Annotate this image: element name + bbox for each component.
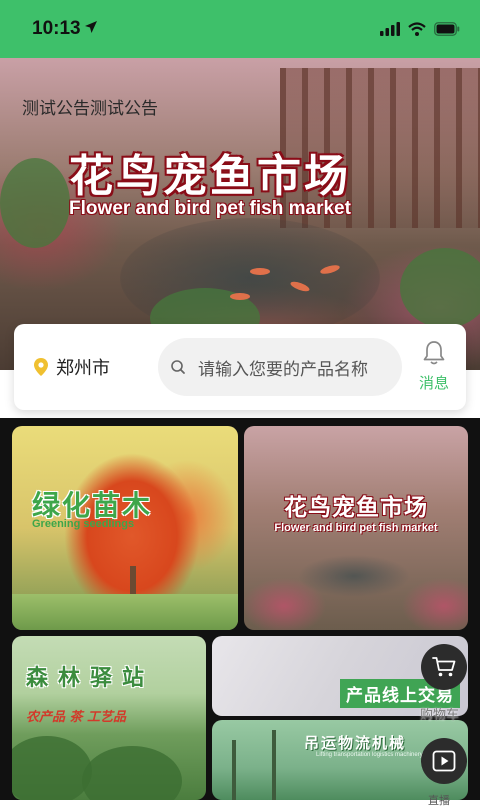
hero-title: 花鸟宠鱼市场 bbox=[69, 151, 351, 202]
grass-decoration bbox=[12, 594, 238, 630]
hero-fish bbox=[250, 268, 270, 275]
hero-fish bbox=[230, 293, 250, 300]
location-pin-icon bbox=[34, 358, 48, 376]
tile-subtitle: Greening seedlings bbox=[32, 518, 135, 530]
location-arrow-icon bbox=[85, 21, 97, 33]
message-button[interactable]: 消息 bbox=[414, 340, 454, 393]
live-label: 直播 bbox=[428, 794, 450, 807]
cart-label: 购物车 bbox=[420, 708, 460, 723]
tile-subtitle: Lifting transportation logistics machine… bbox=[316, 752, 423, 758]
message-label: 消息 bbox=[418, 374, 449, 392]
tile-greening-seedlings[interactable]: 绿化苗木 Greening seedlings bbox=[12, 426, 238, 630]
search-placeholder: 请输入您要的产品名称 bbox=[198, 359, 368, 380]
hero-plant bbox=[400, 248, 480, 328]
wifi-icon bbox=[408, 22, 426, 36]
category-grid: 绿化苗木 Greening seedlings 花鸟宠鱼市场 Flower an… bbox=[0, 418, 480, 800]
palm-decoration bbox=[232, 740, 236, 800]
search-card: 郑州市 请输入您要的产品名称 消息 bbox=[14, 324, 466, 410]
bell-icon bbox=[423, 341, 445, 365]
status-icons bbox=[380, 20, 460, 38]
search-input[interactable]: 请输入您要的产品名称 bbox=[158, 338, 402, 396]
city-label: 郑州市 bbox=[56, 358, 110, 379]
status-bar: 10:13 bbox=[0, 0, 480, 58]
tile-flower-bird-market[interactable]: 花鸟宠鱼市场 Flower and bird pet fish market bbox=[244, 426, 468, 630]
play-button[interactable] bbox=[421, 738, 467, 784]
tile-forest-station[interactable]: 森林驿站 农产品 茶 工艺品 bbox=[12, 636, 206, 800]
tile-subtitle: 农产品 茶 工艺品 bbox=[26, 710, 127, 725]
signal-icon bbox=[380, 22, 400, 36]
palm-decoration bbox=[272, 730, 276, 800]
status-time: 10:13 bbox=[32, 18, 81, 39]
tile-subtitle: Flower and bird pet fish market bbox=[274, 522, 438, 534]
tile-title: 花鸟宠鱼市场 bbox=[284, 495, 428, 521]
bush-decoration bbox=[82, 746, 182, 800]
bush-decoration bbox=[12, 736, 92, 800]
cart-button[interactable] bbox=[421, 644, 467, 690]
play-icon bbox=[432, 750, 456, 772]
city-selector[interactable]: 郑州市 bbox=[34, 354, 110, 380]
tile-title: 森林驿站 bbox=[26, 666, 155, 691]
tile-title: 吊运物流机械 bbox=[304, 734, 407, 752]
battery-icon bbox=[434, 22, 460, 36]
search-icon bbox=[171, 360, 185, 374]
notice-text[interactable]: 测试公告测试公告 bbox=[22, 94, 158, 119]
hero-subtitle: Flower and bird pet fish market bbox=[69, 198, 351, 219]
cart-icon bbox=[432, 657, 456, 677]
